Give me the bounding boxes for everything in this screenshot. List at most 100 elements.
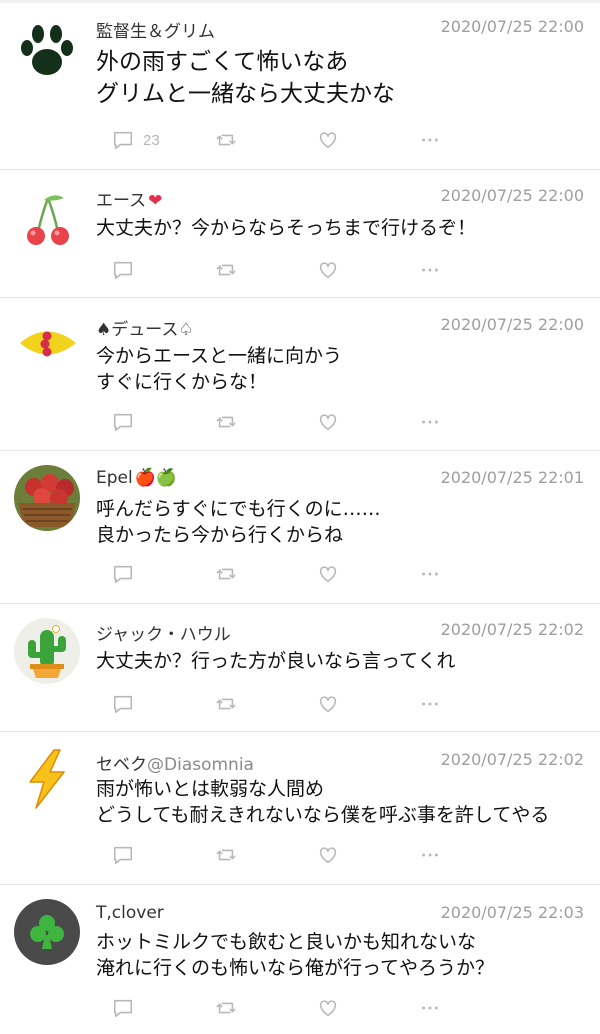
more-options-button[interactable] [419, 843, 441, 867]
post-item[interactable]: ♠デュース♤ 2020/07/25 22:00 今からエースと一緒に向かう すぐ… [0, 298, 600, 451]
avatar-lightning[interactable] [14, 746, 80, 812]
speech-bubble-icon [113, 131, 133, 150]
speech-bubble-icon [113, 695, 133, 714]
author-name[interactable]: セベク@Diasomnia [96, 750, 254, 775]
retweet-icon [216, 568, 236, 580]
yellow-leaf-icon [14, 310, 80, 376]
timestamp: 2020/07/25 22:00 [440, 315, 584, 334]
heart-icon [319, 566, 337, 583]
post-line: 呼んだらすぐにでも行くのに…… [96, 498, 381, 520]
post-line: どうしても耐えきれないなら僕を呼ぶ事を許してやる [96, 804, 550, 826]
ellipsis-icon [422, 268, 438, 272]
post-text: 大丈夫か？今からならそっちまで行けるぞ！ [96, 215, 586, 241]
like-button[interactable] [317, 410, 339, 434]
post-line: 今からエースと一緒に向かう [96, 345, 343, 367]
retweet-icon [216, 849, 236, 861]
retweet-icon [216, 264, 236, 276]
author-name[interactable]: Epel 🍎🍏 [96, 468, 177, 488]
post-line: 外の雨すごくて怖いなあ [96, 49, 349, 75]
post-text: 呼んだらすぐにでも行くのに…… 良かったら今から行くからね [96, 496, 586, 548]
post-item[interactable]: ジャック・ハウル 2020/07/25 22:02 大丈夫か？行った方が良いなら… [0, 604, 600, 732]
retweet-button[interactable] [215, 562, 237, 586]
retweet-button[interactable] [215, 410, 237, 434]
author-name[interactable]: ジャック・ハウル [96, 620, 231, 645]
heart-icon [319, 1000, 337, 1017]
ellipsis-icon [422, 702, 438, 706]
avatar-apple-basket[interactable] [14, 465, 80, 531]
timestamp: 2020/07/25 22:01 [440, 468, 584, 487]
reply-button[interactable] [112, 410, 134, 434]
more-options-button[interactable] [419, 996, 441, 1020]
reply-button[interactable] [112, 996, 134, 1020]
speech-bubble-icon [113, 565, 133, 584]
avatar-yellow-leaf[interactable] [14, 310, 80, 376]
ellipsis-icon [422, 420, 438, 424]
timestamp: 2020/07/25 22:03 [440, 903, 584, 922]
retweet-button[interactable] [215, 996, 237, 1020]
timestamp: 2020/07/25 22:02 [440, 750, 584, 769]
post-text: 外の雨すごくて怖いなあ グリムと一緒なら大丈夫かな [96, 46, 586, 110]
reply-button[interactable] [112, 258, 134, 282]
author-name[interactable]: 監督生＆グリム [96, 17, 215, 42]
post-text: ホットミルクでも飲むと良いかも知れないな 淹れに行くのも怖いなら俺が行ってやろう… [96, 929, 586, 981]
author-name[interactable]: エース ❤ [96, 186, 162, 211]
post-line: グリムと一緒なら大丈夫かな [96, 81, 395, 107]
reply-button[interactable] [112, 562, 134, 586]
author-handle: @Diasomnia [147, 755, 254, 775]
author-name[interactable]: ♠デュース♤ [96, 315, 194, 340]
cactus-icon [14, 618, 80, 684]
apple-emoji-icon: 🍎🍏 [134, 468, 178, 488]
timestamp: 2020/07/25 22:00 [440, 186, 584, 205]
retweet-button[interactable] [215, 128, 237, 152]
ellipsis-icon [422, 1006, 438, 1010]
speech-bubble-icon [113, 261, 133, 280]
reply-button[interactable]: 23 [112, 128, 160, 152]
reply-button[interactable] [112, 692, 134, 716]
more-options-button[interactable] [419, 692, 441, 716]
ellipsis-icon [422, 572, 438, 576]
timestamp: 2020/07/25 22:00 [440, 17, 584, 36]
post-item[interactable]: エース ❤ 2020/07/25 22:00 大丈夫か？今からならそっちまで行ける… [0, 170, 600, 298]
avatar-clover[interactable] [14, 899, 80, 965]
post-line: 大丈夫か？今からならそっちまで行けるぞ！ [96, 217, 477, 239]
like-button[interactable] [317, 128, 339, 152]
like-button[interactable] [317, 692, 339, 716]
like-button[interactable] [317, 996, 339, 1020]
like-button[interactable] [317, 562, 339, 586]
speech-bubble-icon [113, 413, 133, 432]
avatar-cactus[interactable] [14, 618, 80, 684]
post-item[interactable]: セベク@Diasomnia 2020/07/25 22:02 雨が怖いとは軟弱な… [0, 732, 600, 885]
retweet-icon [216, 134, 236, 146]
heart-icon [319, 262, 337, 279]
post-line: ホットミルクでも飲むと良いかも知れないな [96, 931, 477, 953]
post-line: すぐに行くからな！ [96, 371, 268, 393]
more-options-button[interactable] [419, 128, 441, 152]
like-button[interactable] [317, 258, 339, 282]
more-options-button[interactable] [419, 410, 441, 434]
speech-bubble-icon [113, 999, 133, 1018]
post-item[interactable]: Epel 🍎🍏 2020/07/25 22:01 呼んだらすぐにでも行くのに…… … [0, 451, 600, 604]
heart-suffix-icon: ❤ [148, 191, 163, 211]
retweet-icon [216, 416, 236, 428]
retweet-button[interactable] [215, 692, 237, 716]
cherries-icon [14, 184, 80, 250]
retweet-button[interactable] [215, 843, 237, 867]
post-text: 大丈夫か？行った方が良いなら言ってくれ [96, 648, 586, 674]
lightning-icon [14, 746, 80, 812]
like-button[interactable] [317, 843, 339, 867]
post-item[interactable]: T,clover 2020/07/25 22:03 ホットミルクでも飲むと良いか… [0, 885, 600, 1034]
retweet-button[interactable] [215, 258, 237, 282]
heart-icon [319, 847, 337, 864]
author-name[interactable]: T,clover [96, 903, 164, 923]
reply-count: 23 [143, 131, 160, 149]
more-options-button[interactable] [419, 562, 441, 586]
clover-icon [14, 899, 80, 965]
post-item[interactable]: 監督生＆グリム 2020/07/25 22:00 外の雨すごくて怖いなあ グリム… [0, 3, 600, 170]
post-line: 大丈夫か？行った方が良いなら言ってくれ [96, 650, 456, 672]
more-options-button[interactable] [419, 258, 441, 282]
avatar-paw-print[interactable] [14, 17, 80, 83]
reply-button[interactable] [112, 843, 134, 867]
avatar-cherries[interactable] [14, 184, 80, 250]
heart-icon [319, 696, 337, 713]
paw-icon [14, 17, 80, 83]
